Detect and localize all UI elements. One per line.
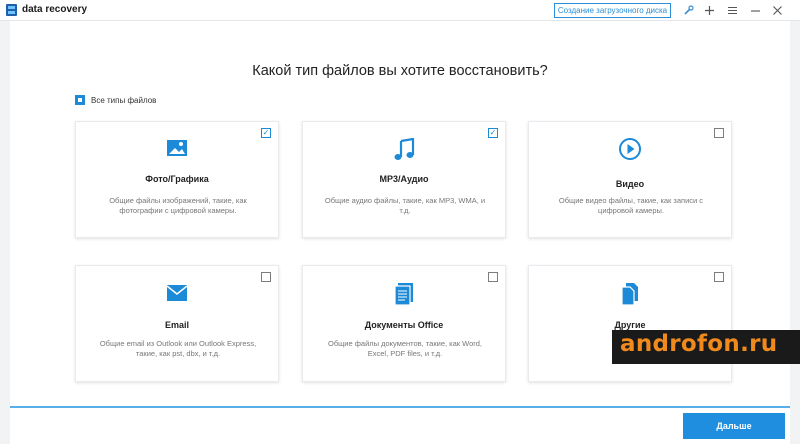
email-checkbox[interactable] (261, 272, 271, 282)
music-note-icon (303, 138, 505, 162)
other-checkbox[interactable] (714, 272, 724, 282)
all-types-checkbox-row[interactable]: Все типы файлов (75, 94, 156, 106)
watermark-text: androfon.ru (620, 331, 778, 357)
card-description: Общие файлы документов, такие, как Word,… (327, 339, 483, 358)
menu-icon[interactable] (725, 3, 739, 17)
card-description: Общие видео файлы, такие, как записи с ц… (558, 196, 704, 215)
document-icon (303, 282, 505, 306)
card-title: Email (164, 320, 189, 330)
card-title: MP3/Аудио (379, 174, 429, 184)
envelope-icon (76, 284, 278, 302)
all-types-checkbox[interactable] (75, 95, 85, 105)
next-button[interactable]: Дальше (683, 413, 785, 439)
file-type-card-email[interactable]: Email Общие email из Outlook или Outlook… (75, 265, 279, 382)
page-title: Какой тип файлов вы хотите восстановить? (252, 63, 548, 79)
close-icon[interactable] (770, 3, 784, 17)
files-icon (529, 282, 731, 306)
card-description: Общие email из Outlook или Outlook Expre… (99, 339, 257, 358)
play-icon (529, 137, 731, 161)
photo-checkbox[interactable]: ✓ (261, 128, 271, 138)
wrench-icon[interactable] (681, 3, 695, 17)
divider (10, 406, 790, 408)
card-title: Документы Office (364, 320, 444, 330)
create-boot-disk-button[interactable]: Создание загрузочного диска (554, 3, 671, 18)
title-bar: data recovery Создание загрузочного диск… (0, 0, 800, 21)
card-title: Фото/Графика (145, 174, 209, 184)
card-description: Общие аудио файлы, такие, как MP3, WMA, … (324, 196, 486, 215)
all-types-label: Все типы файлов (91, 95, 157, 105)
office-checkbox[interactable] (488, 272, 498, 282)
app-logo-icon (6, 4, 17, 16)
main-panel: Какой тип файлов вы хотите восстановить?… (10, 21, 790, 444)
file-type-card-other[interactable]: Другие Другие (528, 265, 732, 382)
card-description: Общие файлы изображений, такие, как фото… (109, 196, 247, 215)
file-type-card-video[interactable]: Видео Общие видео файлы, такие, как запи… (528, 121, 732, 238)
watermark: androfon.ru (612, 330, 800, 364)
minimize-icon[interactable] (748, 3, 762, 17)
file-type-card-office[interactable]: Документы Office Общие файлы документов,… (302, 265, 506, 382)
file-type-card-photo[interactable]: ✓ Фото/Графика Общие файлы изображений, … (75, 121, 279, 238)
card-title: Видео (615, 179, 645, 189)
plus-icon[interactable] (702, 3, 716, 17)
card-title: Другие (614, 320, 646, 330)
app-title: data recovery (22, 4, 88, 15)
image-icon (76, 138, 278, 158)
file-type-card-audio[interactable]: ✓ MP3/Аудио Общие аудио файлы, такие, ка… (302, 121, 506, 238)
audio-checkbox[interactable]: ✓ (488, 128, 498, 138)
